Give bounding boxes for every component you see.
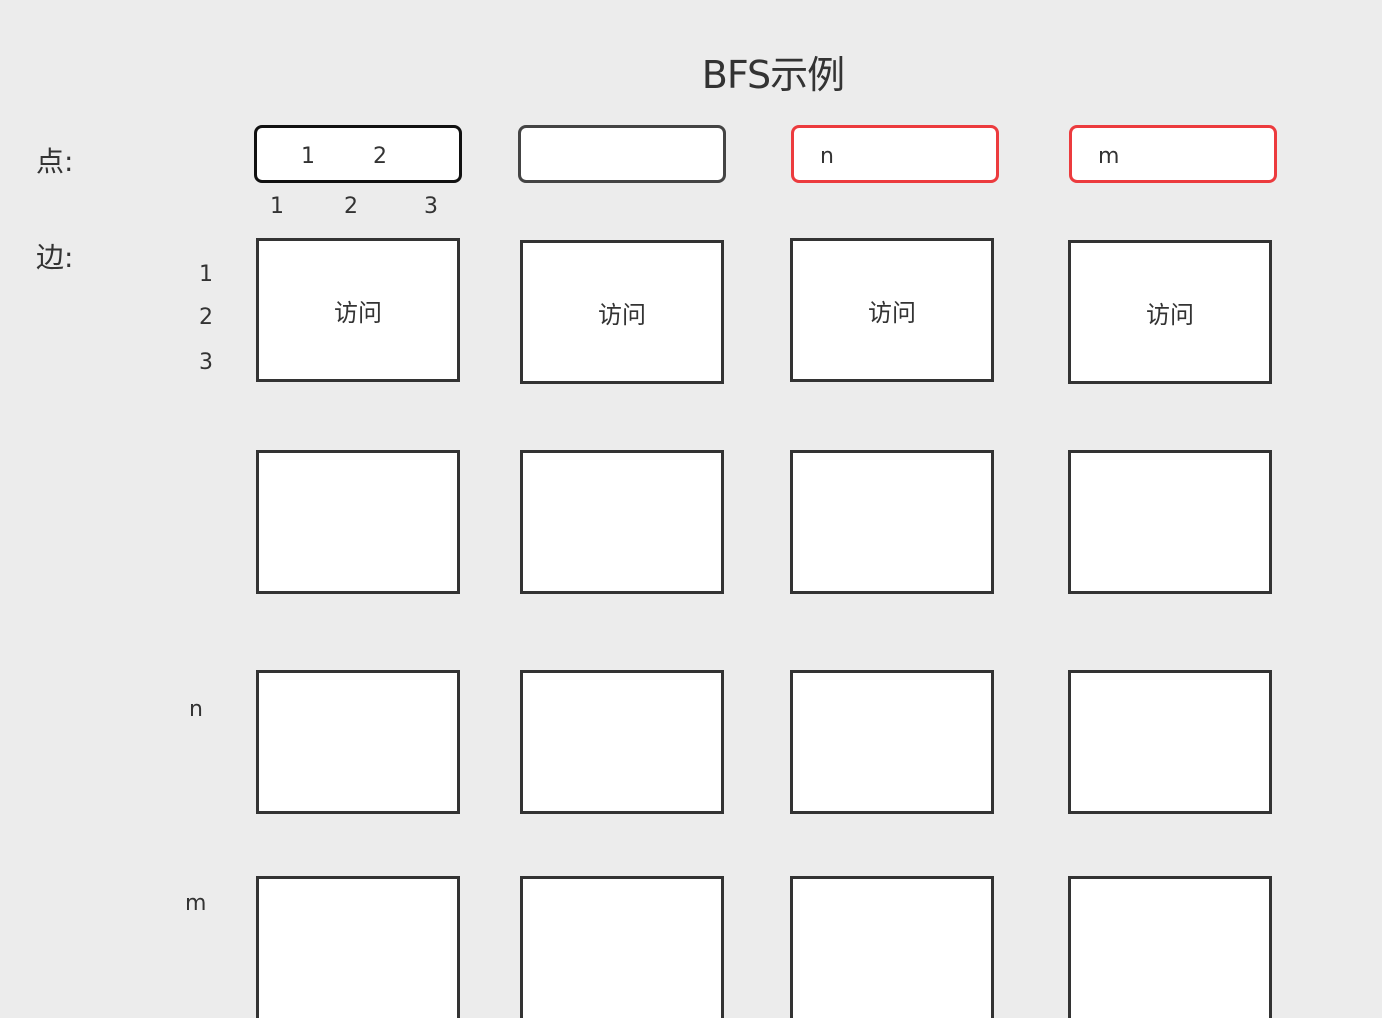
node-input-m[interactable]: m	[1069, 125, 1277, 183]
node-value: 1	[301, 144, 315, 169]
edge-cell[interactable]	[790, 876, 994, 1018]
edge-cell[interactable]	[1068, 670, 1272, 814]
edge-cell-visit-button[interactable]: 访问	[256, 238, 460, 382]
visit-label: 访问	[868, 298, 916, 327]
edge-cell[interactable]	[520, 670, 724, 814]
edge-cell[interactable]	[520, 450, 724, 594]
edge-cell[interactable]	[256, 670, 460, 814]
edge-cell-visit-button[interactable]: 访问	[1068, 240, 1272, 384]
node-input-2[interactable]	[518, 125, 726, 183]
edge-cell[interactable]	[1068, 450, 1272, 594]
edge-index-label: 3	[199, 350, 213, 375]
edge-cell-visit-button[interactable]: 访问	[520, 240, 724, 384]
node-value: m	[1098, 144, 1120, 169]
visit-label: 访问	[334, 298, 382, 327]
node-index-label: 2	[344, 194, 358, 219]
edge-cell[interactable]	[256, 876, 460, 1018]
node-input-n[interactable]: n	[791, 125, 999, 183]
nodes-label: 点:	[36, 145, 74, 178]
node-value: 2	[373, 144, 387, 169]
edge-cell-visit-button[interactable]: 访问	[790, 238, 994, 382]
node-index-label: 3	[424, 194, 438, 219]
node-value: n	[820, 144, 834, 169]
page-title: BFS示例	[701, 53, 845, 97]
edge-cell[interactable]	[1068, 876, 1272, 1018]
edges-label: 边:	[36, 241, 74, 274]
edge-cell[interactable]	[520, 876, 724, 1018]
node-index-label: 1	[270, 194, 284, 219]
visit-label: 访问	[1146, 300, 1194, 329]
visit-label: 访问	[598, 300, 646, 329]
edge-cell[interactable]	[790, 670, 994, 814]
node-input-1[interactable]: 1 2	[254, 125, 462, 183]
edge-row-label-m: m	[185, 891, 207, 916]
edge-row-label-n: n	[189, 697, 203, 722]
edge-index-label: 1	[199, 262, 213, 287]
edge-cell[interactable]	[790, 450, 994, 594]
edge-cell[interactable]	[256, 450, 460, 594]
edge-index-label: 2	[199, 305, 213, 330]
